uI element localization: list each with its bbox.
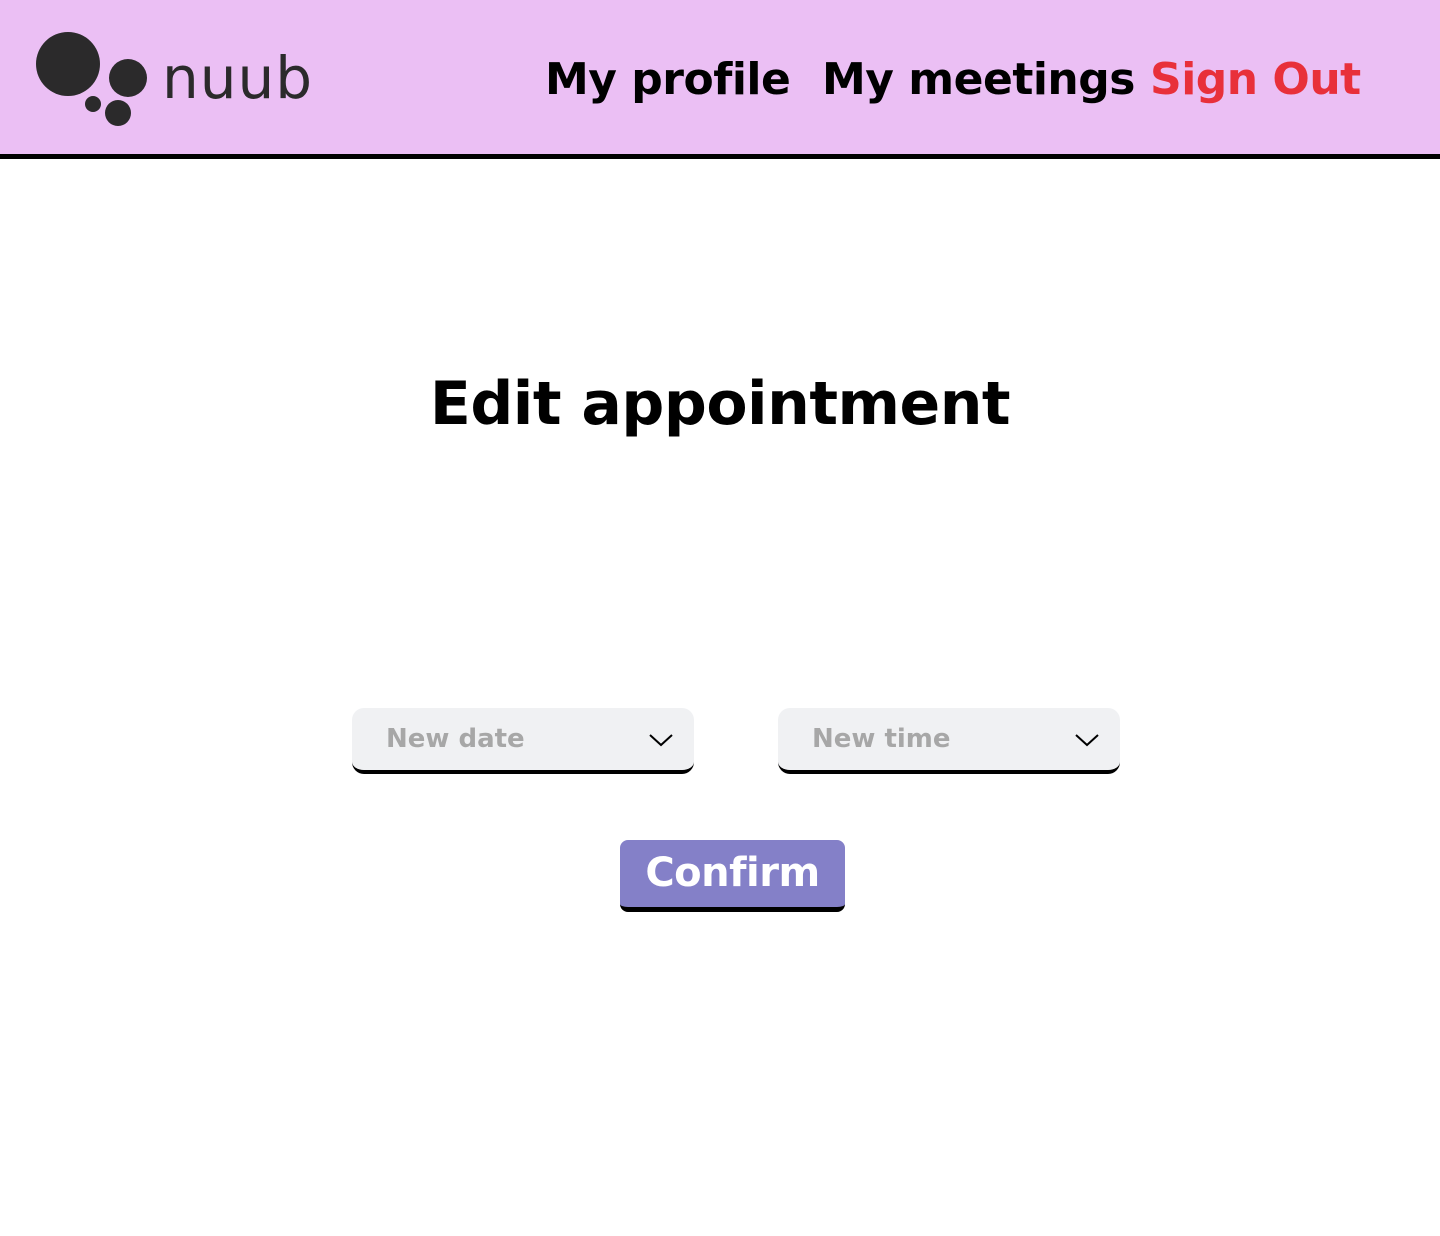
chevron-down-icon — [1075, 734, 1099, 747]
new-time-placeholder: New time — [812, 724, 951, 754]
new-time-select[interactable]: New time — [778, 708, 1120, 774]
bubbles-logo-icon: nuub — [36, 32, 313, 126]
top-navigation-bar: nuub My profile My meetings Sign Out — [0, 0, 1440, 159]
sign-out-link[interactable]: Sign Out — [1150, 52, 1361, 108]
confirm-button[interactable]: Confirm — [620, 840, 845, 912]
nav-my-meetings-link[interactable]: My meetings — [822, 52, 1135, 108]
nav-my-profile-link[interactable]: My profile — [545, 52, 791, 108]
page-title: Edit appointment — [429, 369, 1011, 439]
new-date-placeholder: New date — [386, 724, 525, 754]
new-date-select[interactable]: New date — [352, 708, 694, 774]
chevron-down-icon — [649, 734, 673, 747]
brand-wordmark: nuub — [162, 44, 313, 112]
nuub-logo[interactable]: nuub — [34, 30, 324, 130]
